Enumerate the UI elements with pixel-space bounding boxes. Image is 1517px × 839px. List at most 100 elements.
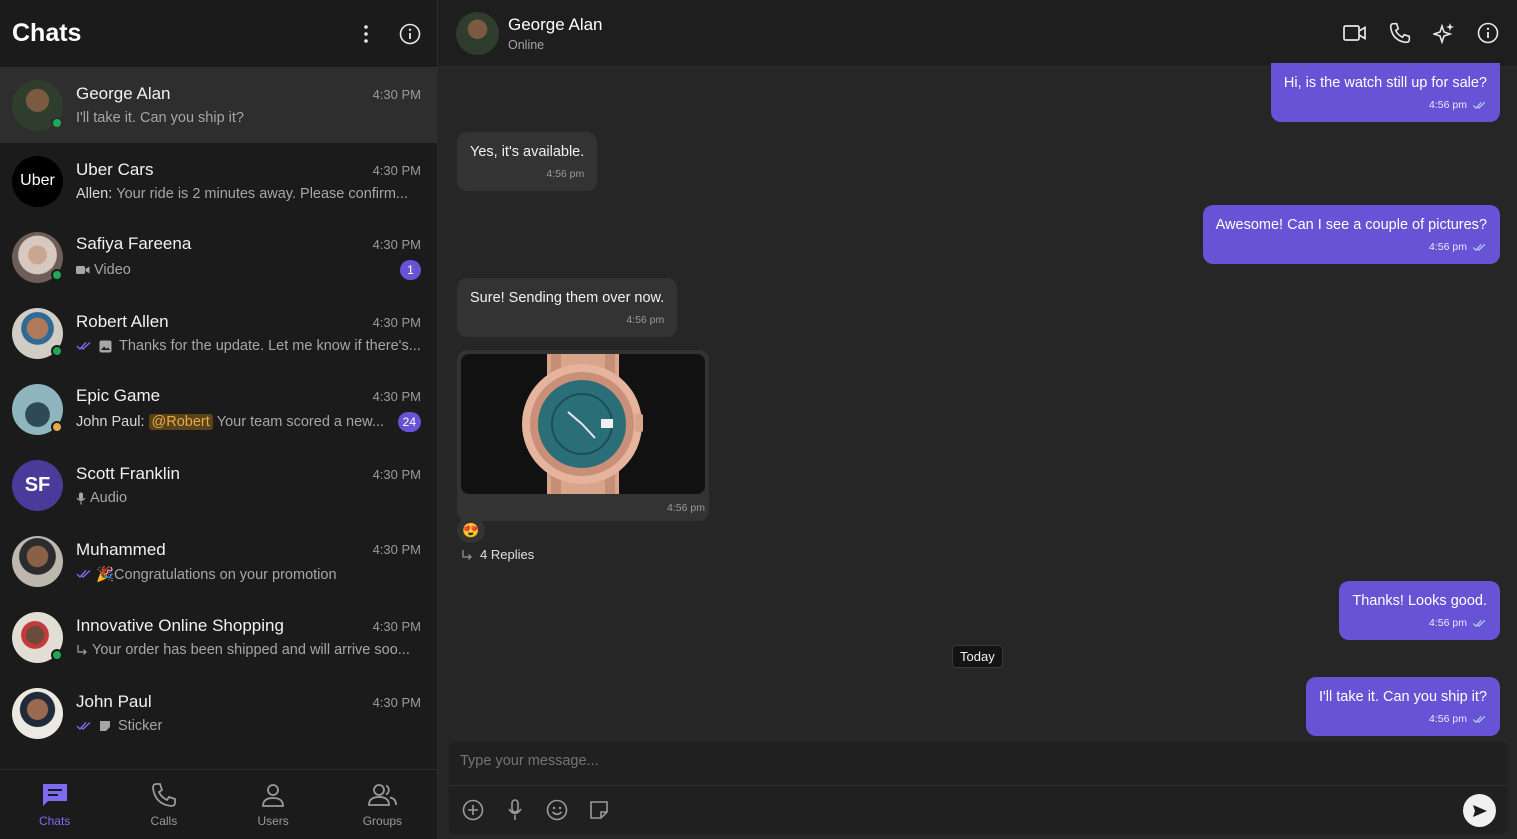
double-check-icon — [76, 721, 91, 731]
nav-users[interactable]: Users — [219, 770, 328, 839]
conversation-panel: George Alan Online Hi, is the watch stil… — [438, 0, 1517, 839]
message-composer — [449, 742, 1508, 834]
nav-chats[interactable]: Chats — [0, 770, 109, 839]
emoji-icon[interactable] — [546, 799, 568, 821]
chat-item-george-alan[interactable]: George Alan 4:30 PM I'll take it. Can yo… — [0, 67, 437, 143]
chat-name: Muhammed — [76, 539, 166, 559]
chat-item-muhammed[interactable]: Muhammed 4:30 PM 🎉Congratulations on you… — [0, 523, 437, 599]
contact-info-icon[interactable] — [1477, 22, 1499, 44]
nav-label: Groups — [362, 813, 403, 828]
chat-item-safiya-fareena[interactable]: Safiya Fareena 4:30 PM Video 1 — [0, 219, 437, 295]
chat-item-epic-game[interactable]: Epic Game 4:30 PM John Paul: @Robert You… — [0, 371, 437, 447]
sticker-icon — [100, 721, 110, 731]
chat-item-uber-cars[interactable]: Uber Uber Cars 4:30 PM Allen: Your ride i… — [0, 143, 437, 219]
message-time: 4:56 pm — [667, 502, 705, 514]
message-incoming[interactable]: Sure! Sending them over now. 4:56 pm — [457, 278, 678, 337]
chat-preview: John Paul: @Robert Your team scored a ne… — [76, 414, 384, 430]
phone-icon — [151, 782, 176, 807]
chat-preview: Video — [76, 262, 131, 278]
uber-logo: Uber — [20, 172, 55, 189]
contact-status: Online — [508, 37, 545, 52]
lock-badge-icon — [51, 648, 63, 661]
chat-preview: Your order has been shipped and will arr… — [76, 642, 410, 658]
chat-time: 4:30 PM — [372, 466, 421, 482]
read-receipt-icon — [1472, 619, 1486, 627]
header-avatar[interactable] — [456, 11, 499, 55]
composer-divider — [449, 785, 1508, 786]
video-call-icon[interactable] — [1343, 22, 1367, 44]
info-icon[interactable] — [399, 23, 421, 45]
avatar: SF — [12, 459, 63, 511]
sticker-icon[interactable] — [588, 799, 610, 821]
watch-photo — [522, 354, 643, 494]
thread-replies[interactable]: 4 Replies — [461, 547, 534, 562]
preview-text: Your team scored a new... — [216, 414, 384, 430]
chat-item-john-paul[interactable]: John Paul 4:30 PM Sticker — [0, 675, 437, 751]
message-text: Thanks! Looks good. — [1352, 593, 1487, 609]
avatar: Uber — [12, 155, 63, 207]
sidebar: Chats George Alan 4:30 PM I'll take it. … — [0, 0, 438, 839]
message-image[interactable]: 4:56 pm — [457, 350, 709, 521]
chat-preview: I'll take it. Can you ship it? — [76, 110, 244, 126]
chat-preview: 🎉Congratulations on your promotion — [76, 566, 337, 583]
chat-name: Innovative Online Shopping — [76, 616, 284, 635]
read-receipt-icon — [1472, 715, 1486, 723]
avatar-initials: SF — [24, 473, 51, 496]
chat-time: 4:30 PM — [372, 542, 421, 557]
online-indicator — [51, 116, 63, 129]
sidebar-header: Chats — [0, 0, 437, 67]
microphone-icon[interactable] — [504, 799, 526, 821]
video-icon — [76, 266, 90, 274]
avatar — [12, 231, 63, 283]
preview-text: Video — [94, 262, 131, 278]
add-attachment-icon[interactable] — [462, 799, 484, 821]
chat-preview: Sticker — [76, 718, 162, 734]
ai-sparkle-icon[interactable] — [1433, 22, 1455, 44]
reaction[interactable]: 😍 — [457, 517, 485, 543]
send-icon — [1472, 804, 1487, 817]
image-icon — [99, 340, 112, 352]
preview-sender: John Paul: — [76, 414, 145, 430]
contact-name: George Alan — [508, 14, 603, 34]
preview-text: Sticker — [118, 718, 163, 734]
read-receipt-icon — [1472, 101, 1486, 109]
chat-name: John Paul — [76, 692, 152, 711]
nav-calls[interactable]: Calls — [109, 770, 218, 839]
conversation-header: George Alan Online — [438, 0, 1517, 67]
chat-item-scott-franklin[interactable]: SF Scott Franklin 4:30 PM Audio — [0, 447, 437, 523]
message-outgoing[interactable]: Awesome! Can I see a couple of pictures?… — [1202, 205, 1500, 264]
mic-icon — [76, 492, 86, 504]
date-divider: Today — [952, 645, 1003, 668]
voice-call-icon[interactable] — [1389, 22, 1411, 44]
chat-item-robert-allen[interactable]: Robert Allen 4:30 PM Thanks for the upda… — [0, 295, 437, 371]
avatar — [12, 687, 63, 739]
watch-image[interactable] — [461, 354, 705, 494]
message-time: 4:56 pm — [1429, 99, 1467, 111]
preview-text: Your order has been shipped and will arr… — [92, 642, 410, 658]
chat-time: 4:30 PM — [372, 694, 421, 710]
chat-time: 4:30 PM — [372, 236, 421, 252]
chat-name: Uber Cars — [76, 160, 154, 179]
message-outgoing[interactable]: Thanks! Looks good. 4:56 pm — [1339, 581, 1500, 640]
replies-count: 4 Replies — [480, 547, 535, 562]
more-options-icon[interactable] — [355, 23, 377, 45]
message-incoming[interactable]: Yes, it's available. 4:56 pm — [457, 132, 598, 191]
send-button[interactable] — [1463, 794, 1496, 827]
chat-list: George Alan 4:30 PM I'll take it. Can yo… — [0, 67, 437, 769]
message-list: Hi, is the watch still up for sale? 4:56… — [438, 63, 1517, 739]
user-icon — [262, 783, 285, 807]
message-outgoing[interactable]: I'll take it. Can you ship it? 4:56 pm — [1306, 677, 1500, 736]
message-input[interactable] — [460, 753, 1360, 769]
chat-item-innovative-online-shopping[interactable]: Innovative Online Shopping 4:30 PM Your … — [0, 599, 437, 675]
online-indicator — [51, 344, 63, 357]
message-outgoing[interactable]: Hi, is the watch still up for sale? 4:56… — [1270, 63, 1500, 122]
read-receipt-icon — [1472, 243, 1486, 251]
chat-time: 4:30 PM — [372, 388, 421, 404]
double-check-icon — [76, 569, 91, 579]
sidebar-title: Chats — [12, 19, 82, 47]
chat-name: Epic Game — [76, 386, 161, 405]
chat-name: Scott Franklin — [76, 464, 180, 483]
avatar — [12, 611, 63, 663]
avatar — [12, 535, 63, 587]
nav-groups[interactable]: Groups — [328, 770, 437, 839]
